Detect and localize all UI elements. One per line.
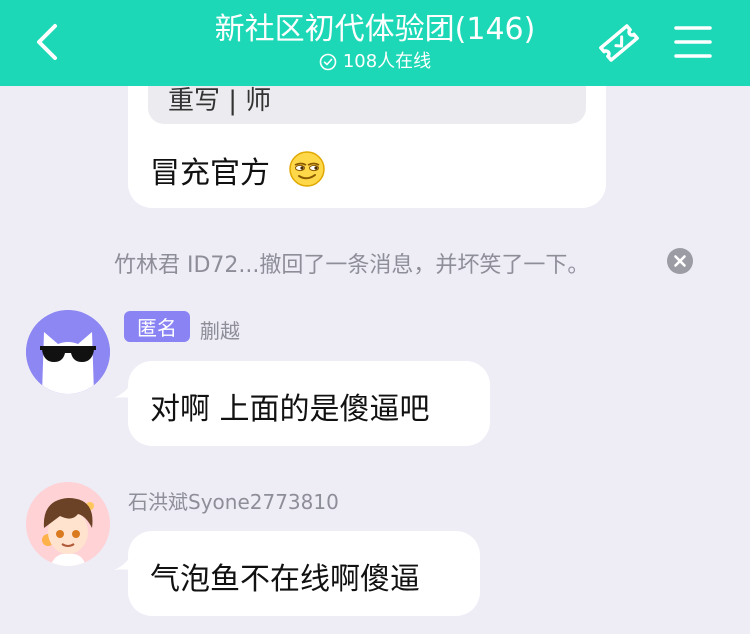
message-text: 对啊 上面的是傻逼吧 — [150, 392, 430, 427]
hamburger-menu-icon — [674, 26, 712, 58]
chat-header: 新社区初代体验团(146) 108人在线 — [0, 0, 750, 86]
back-button[interactable] — [26, 18, 66, 66]
cat-sunglasses-avatar-icon — [26, 310, 110, 394]
online-count: 108人在线 — [342, 51, 432, 72]
recall-notice: 竹林君 ID72...撤回了一条消息，并坏笑了一下。 — [0, 243, 750, 279]
group-title: 新社区初代体验团(146) — [214, 12, 536, 47]
recall-notice-text: 竹林君 ID72...撤回了一条消息，并坏笑了一下。 — [114, 253, 590, 278]
sender-name[interactable]: 石洪斌Syone2773810 — [128, 486, 339, 515]
close-notice-button[interactable] — [667, 248, 693, 274]
anonymous-badge: 匿名 — [124, 311, 190, 342]
online-status: 108人在线 — [150, 50, 600, 74]
message-text: 气泡鱼不在线啊傻逼 — [150, 562, 420, 597]
anime-boy-avatar-icon — [26, 482, 110, 566]
smirk-emoji-icon — [289, 151, 325, 187]
close-icon — [674, 255, 686, 267]
sender-name[interactable]: 蒯越 — [200, 315, 240, 344]
avatar[interactable] — [26, 310, 110, 394]
message-text: 冒充官方 — [150, 156, 270, 191]
check-circle-icon — [319, 53, 337, 71]
chevron-left-icon — [37, 24, 57, 60]
ticket-icon — [599, 24, 639, 62]
title-area: 新社区初代体验团(146) 108人在线 — [150, 10, 600, 74]
avatar[interactable] — [26, 482, 110, 566]
ticket-button[interactable] — [594, 18, 644, 68]
menu-button[interactable] — [672, 22, 714, 62]
